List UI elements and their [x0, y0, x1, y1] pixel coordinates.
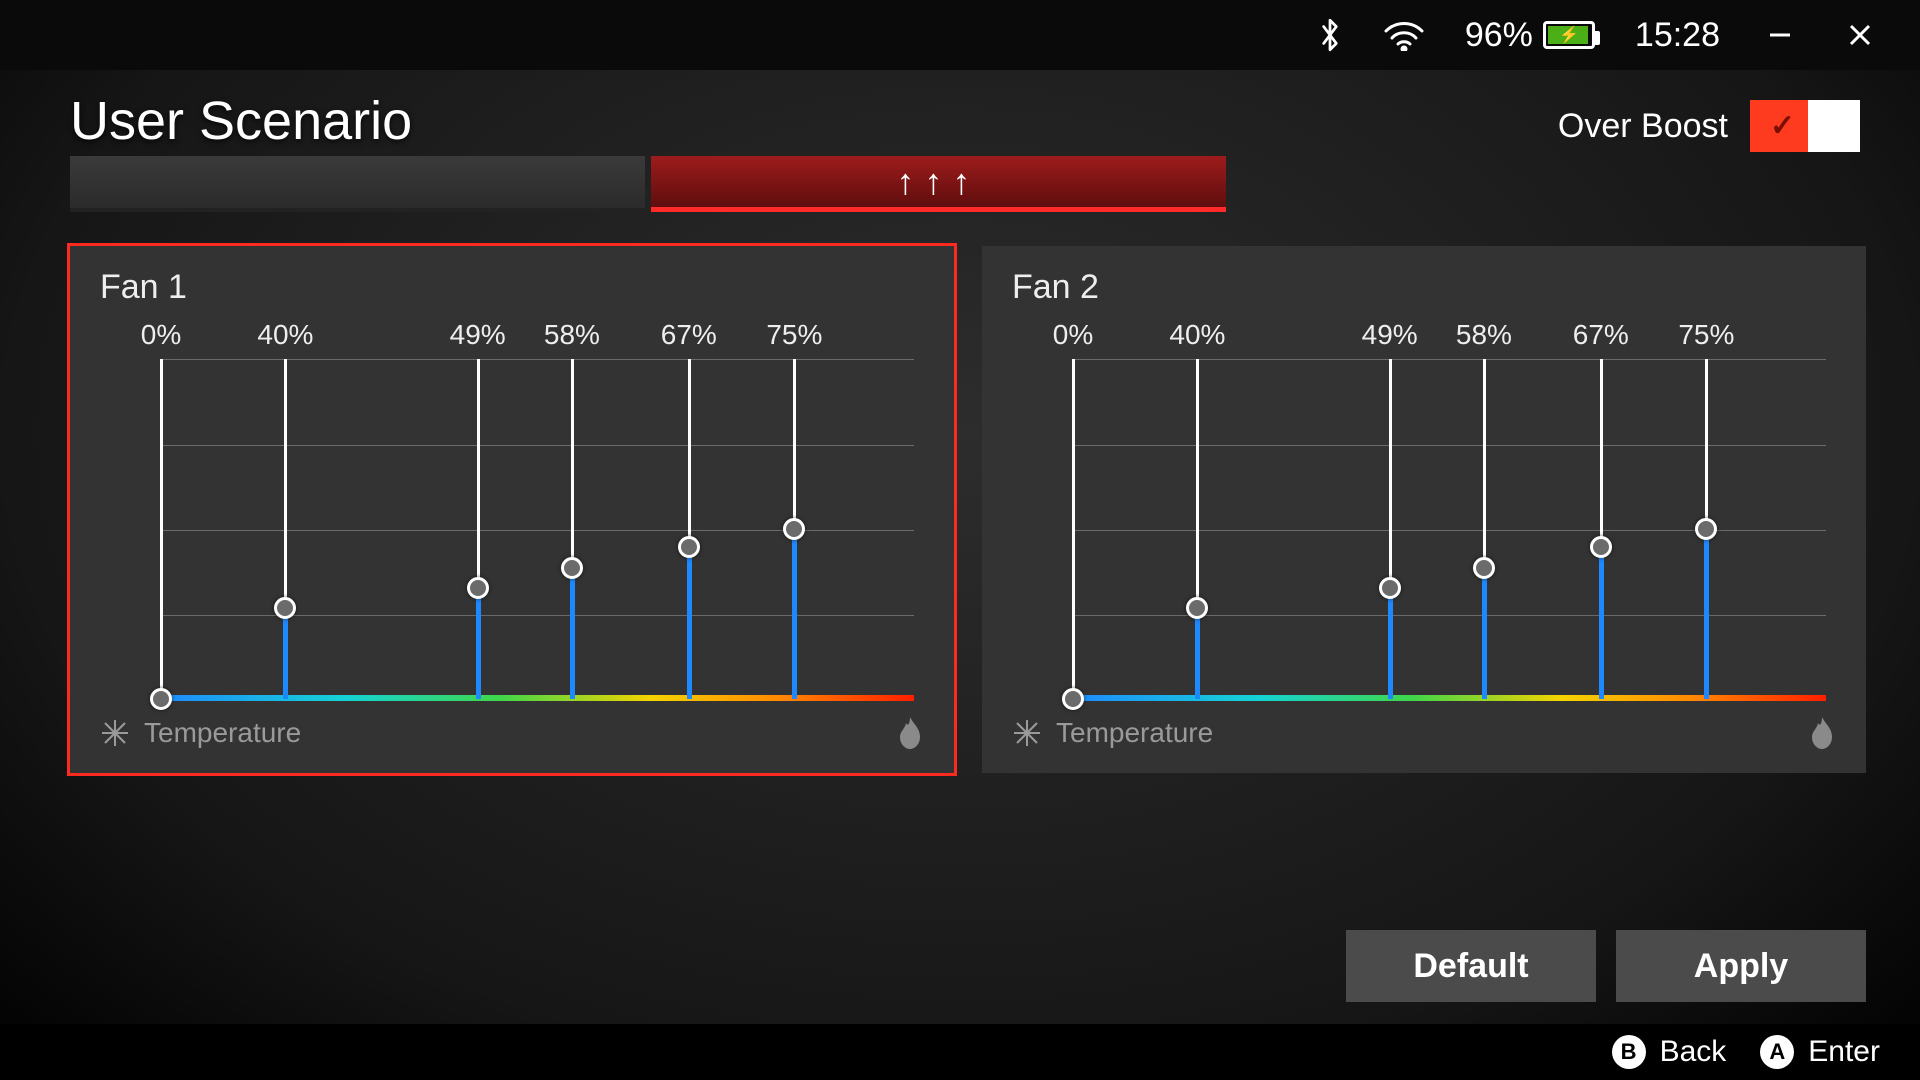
fan-slider-label: 75% — [766, 319, 822, 351]
fan-slider-thumb[interactable] — [1695, 518, 1717, 540]
fan-slider-label: 49% — [450, 319, 506, 351]
page-title: User Scenario — [70, 90, 412, 152]
tab-active[interactable]: ↑↑↑ — [651, 156, 1226, 212]
fan-slider[interactable]: 40% — [1196, 319, 1198, 699]
temperature-gradient-bar — [160, 695, 914, 701]
tabs: ↑↑↑ — [0, 156, 1920, 212]
fan-slider-thumb[interactable] — [783, 518, 805, 540]
temperature-footer-label: Temperature — [144, 717, 301, 749]
hint-back: B Back — [1612, 1035, 1727, 1069]
fan-slider[interactable]: 67% — [688, 319, 690, 699]
fan-panel-title: Fan 2 — [1012, 268, 1836, 307]
fan-slider[interactable]: 67% — [1600, 319, 1602, 699]
hint-back-label: Back — [1660, 1035, 1727, 1069]
fan-slider-label: 58% — [1456, 319, 1512, 351]
fan-panel-fan2[interactable]: Fan 2 0% 40% 49% 58% 67% 75% Temperature — [982, 246, 1866, 773]
fan-panel-title: Fan 1 — [100, 268, 924, 307]
fan-slider-label: 40% — [257, 319, 313, 351]
fan-slider-label: 75% — [1678, 319, 1734, 351]
snowflake-icon — [100, 718, 130, 748]
fan-slider-thumb[interactable] — [561, 557, 583, 579]
fan-slider[interactable]: 58% — [571, 319, 573, 699]
fan-slider[interactable]: 75% — [1705, 319, 1707, 699]
overboost-toggle[interactable]: ✓ — [1750, 100, 1860, 152]
b-key-icon: B — [1612, 1035, 1646, 1069]
temperature-gradient-bar — [1072, 695, 1826, 701]
tab-inactive[interactable] — [70, 156, 645, 212]
fan-curve-chart: 0% 40% 49% 58% 67% 75% — [100, 319, 924, 699]
check-icon: ✓ — [1770, 109, 1795, 144]
fan-slider-label: 58% — [544, 319, 600, 351]
fan-slider[interactable]: 75% — [793, 319, 795, 699]
fan-curve-chart: 0% 40% 49% 58% 67% 75% — [1012, 319, 1836, 699]
fan-slider[interactable]: 0% — [1072, 319, 1074, 699]
fan-slider-thumb[interactable] — [150, 688, 172, 710]
apply-button[interactable]: Apply — [1616, 930, 1866, 1002]
hint-enter-label: Enter — [1808, 1035, 1880, 1069]
fan-slider[interactable]: 49% — [477, 319, 479, 699]
overboost-group: Over Boost ✓ — [1558, 100, 1860, 152]
wifi-icon — [1383, 19, 1425, 51]
battery-icon: ⚡ — [1543, 21, 1595, 49]
hint-enter: A Enter — [1760, 1035, 1880, 1069]
fan-slider-thumb[interactable] — [678, 536, 700, 558]
overboost-label: Over Boost — [1558, 107, 1728, 146]
fan-slider-thumb[interactable] — [1590, 536, 1612, 558]
close-button[interactable] — [1840, 15, 1880, 55]
fan-slider-thumb[interactable] — [467, 577, 489, 599]
fan-slider[interactable]: 49% — [1389, 319, 1391, 699]
fan-slider-thumb[interactable] — [274, 597, 296, 619]
snowflake-icon — [1012, 718, 1042, 748]
fan-slider-thumb[interactable] — [1186, 597, 1208, 619]
bluetooth-icon — [1317, 16, 1343, 54]
fan-slider-label: 67% — [1573, 319, 1629, 351]
minimize-button[interactable] — [1760, 15, 1800, 55]
fan-panel-fan1[interactable]: Fan 1 0% 40% 49% 58% 67% 75% Temperature — [70, 246, 954, 773]
clock-label: 15:28 — [1635, 16, 1720, 55]
hint-bar: B Back A Enter — [0, 1024, 1920, 1080]
battery-percent-label: 96% — [1465, 16, 1533, 55]
fan-slider-thumb[interactable] — [1062, 688, 1084, 710]
fan-slider-thumb[interactable] — [1473, 557, 1495, 579]
battery-status: 96% ⚡ — [1465, 16, 1595, 55]
status-bar: 96% ⚡ 15:28 — [0, 0, 1920, 70]
fan-slider[interactable]: 0% — [160, 319, 162, 699]
default-button[interactable]: Default — [1346, 930, 1596, 1002]
temperature-footer-label: Temperature — [1056, 717, 1213, 749]
fan-slider[interactable]: 58% — [1483, 319, 1485, 699]
fan-slider-thumb[interactable] — [1379, 577, 1401, 599]
fan-slider-label: 0% — [1053, 319, 1093, 351]
fan-slider[interactable]: 40% — [284, 319, 286, 699]
fan-slider-label: 40% — [1169, 319, 1225, 351]
fan-slider-label: 67% — [661, 319, 717, 351]
fan-slider-label: 49% — [1362, 319, 1418, 351]
fan-slider-label: 0% — [141, 319, 181, 351]
flame-icon — [896, 717, 924, 749]
a-key-icon: A — [1760, 1035, 1794, 1069]
flame-icon — [1808, 717, 1836, 749]
